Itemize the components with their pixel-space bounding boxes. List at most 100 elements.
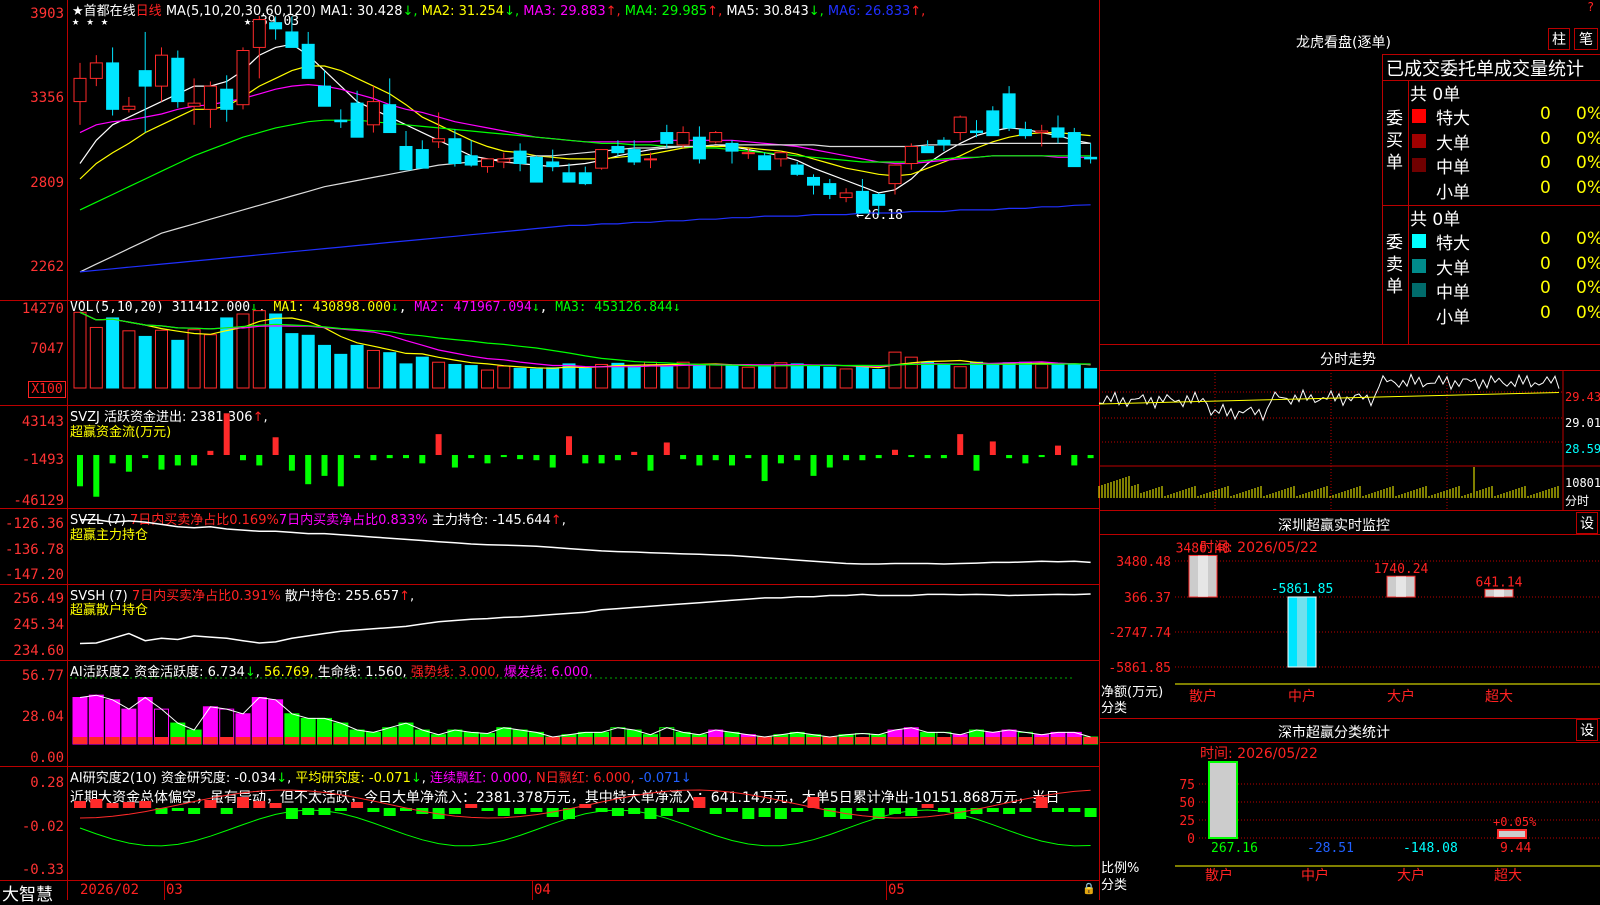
- candle: [741, 152, 755, 155]
- order-type-label: 中单: [1436, 158, 1470, 178]
- volume-bar: [904, 356, 918, 389]
- sz-class-settings-button[interactable]: 设: [1576, 719, 1598, 741]
- research-bar: [74, 801, 86, 808]
- main-holding-chart: [80, 519, 1091, 565]
- fund-flow-bar: [892, 449, 898, 455]
- volume-bar: [1018, 361, 1032, 389]
- research-bar: [448, 808, 461, 814]
- fund-flow-bar: [582, 455, 589, 464]
- candlestick-chart[interactable]: [0, 0, 1100, 300]
- candle: [1051, 127, 1065, 138]
- volume-bar: [839, 368, 853, 389]
- fund-flow-bar: [305, 455, 312, 485]
- activity-base: [594, 737, 609, 744]
- candle: [187, 102, 201, 107]
- bar-mode-button[interactable]: 柱: [1548, 28, 1570, 50]
- candle: [953, 116, 967, 134]
- sz-class-xlabel: 分类: [1101, 878, 1128, 893]
- activity-base: [936, 737, 951, 744]
- intraday-ytick: 29.01: [1565, 416, 1600, 430]
- intraday-chart[interactable]: [1098, 370, 1600, 510]
- volume-bar: [497, 365, 511, 389]
- candle: [872, 193, 886, 206]
- activity-base: [562, 737, 576, 744]
- candle: [122, 105, 136, 110]
- ma-line-yellow: [79, 65, 1091, 180]
- xaxis-label: 03: [166, 882, 183, 898]
- volume-bar: [350, 344, 364, 389]
- fund-flow-bar: [419, 455, 426, 464]
- research-bar: [139, 801, 152, 808]
- xaxis-label: 05: [888, 882, 905, 898]
- volume-bar: [513, 367, 527, 389]
- volume-bar: [790, 363, 804, 389]
- candle: [73, 77, 87, 103]
- candle: [676, 132, 690, 146]
- order-pct: 0%: [1576, 128, 1600, 149]
- candle: [220, 88, 234, 110]
- candle: [692, 136, 706, 160]
- xaxis-tick: [164, 880, 165, 900]
- fund-flow-bar: [354, 455, 361, 459]
- help-icon[interactable]: ?: [1587, 0, 1594, 14]
- sz-class-bar: [1208, 761, 1238, 839]
- research-bar: [188, 808, 201, 814]
- activity-base: [105, 737, 120, 744]
- sz-class-bar: [1497, 829, 1527, 839]
- fund-flow-bar: [745, 455, 752, 459]
- sz-class-ytick: 75: [1179, 778, 1195, 793]
- volume-bar: [252, 310, 266, 389]
- fund-flow-bar: [777, 455, 784, 464]
- fund-flow-bar: [680, 455, 687, 460]
- volume-bar: [448, 363, 462, 389]
- research-bar: [220, 808, 233, 814]
- activity-base: [203, 737, 218, 744]
- candle: [970, 130, 983, 134]
- lock-icon[interactable]: 🔒: [1082, 882, 1096, 895]
- sz-monitor-settings-button[interactable]: 设: [1576, 512, 1598, 534]
- fund-flow-bar: [125, 455, 132, 472]
- tick-mode-button[interactable]: 笔: [1574, 28, 1598, 50]
- activity-base: [1034, 737, 1049, 744]
- legend-swatch: [1412, 234, 1426, 248]
- fund-flow-bar: [337, 455, 344, 487]
- fund-flow-bar: [1071, 455, 1078, 466]
- research-bar: [171, 808, 184, 811]
- candle: [578, 172, 592, 185]
- volume-bar: [888, 351, 902, 389]
- activity-base: [480, 737, 495, 744]
- candle: [203, 85, 217, 110]
- research-bar: [693, 797, 706, 808]
- candle: [774, 152, 788, 160]
- research-bar: [465, 804, 478, 808]
- order-pct: 0%: [1576, 229, 1600, 249]
- fund-flow-bar: [223, 413, 230, 455]
- fund-flow-bar: [1055, 445, 1061, 455]
- activity-base: [692, 737, 707, 744]
- fund-flow-bar: [93, 455, 100, 497]
- activity-base: [676, 737, 691, 744]
- fund-flow-bar: [207, 450, 214, 455]
- volume-bar: [334, 353, 348, 389]
- candle: [1035, 130, 1049, 134]
- volume-bar: [1002, 362, 1016, 389]
- candle: [611, 145, 625, 154]
- sz-class-value-label: -28.51: [1307, 841, 1354, 856]
- activity-base: [513, 737, 528, 744]
- activity-base: [953, 737, 968, 744]
- candle: [171, 57, 185, 103]
- research-bar: [367, 808, 380, 812]
- order-count: 0: [1540, 104, 1551, 124]
- xaxis-label: 04: [534, 882, 551, 898]
- activity-base: [317, 737, 332, 744]
- fund-flow-bar: [875, 455, 882, 459]
- volume-bar: [187, 329, 201, 389]
- research-bar: [856, 808, 869, 811]
- volume-bar: [318, 344, 331, 389]
- candle: [644, 158, 657, 161]
- fund-flow-bar: [468, 455, 475, 459]
- order-pct: 0%: [1576, 253, 1600, 274]
- fund-flow-bar: [566, 436, 572, 455]
- activity-base: [659, 737, 674, 744]
- sz-class-ytick: 25: [1179, 814, 1195, 829]
